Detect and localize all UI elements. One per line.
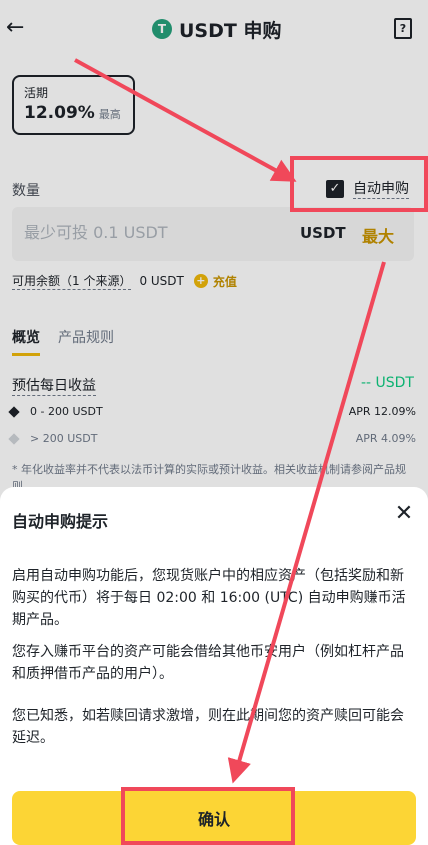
- annotation-arrows: [74, 58, 386, 784]
- arrow-to-confirm: [227, 261, 386, 784]
- arrow-to-auto-subscribe: [74, 58, 297, 182]
